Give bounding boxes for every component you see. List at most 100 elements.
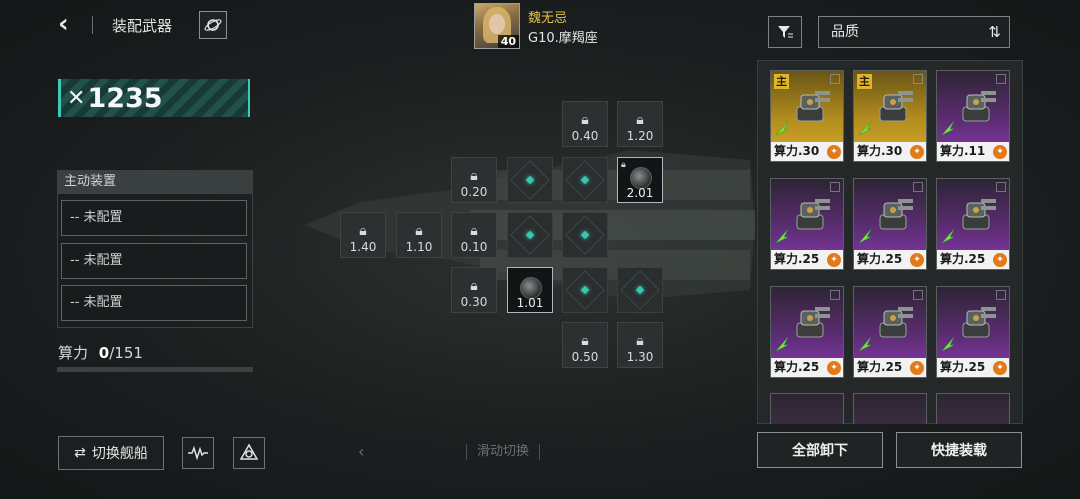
locked-slot[interactable]: 🔒︎ 1.30 <box>617 322 663 368</box>
gear-icon: ✦ <box>827 361 841 375</box>
switch-ship-button[interactable]: ⇄ 切换舰船 <box>58 436 164 470</box>
main-weapon-tag: 主 <box>774 74 789 89</box>
weapon-card[interactable]: 算力.25 ✦ <box>770 178 844 270</box>
swipe-left-icon[interactable]: ‹ <box>358 442 364 461</box>
compute-bar <box>57 367 253 372</box>
empty-slot[interactable] <box>617 267 663 313</box>
captain-name: 魏无忌 <box>528 11 568 26</box>
back-button[interactable]: ‹ <box>58 9 82 39</box>
laser-icon <box>858 336 872 352</box>
active-slot-3[interactable]: -- 未配置 <box>61 285 247 321</box>
waveform-icon <box>188 446 208 460</box>
compute-capacity: 算力 0/151 <box>58 342 143 363</box>
quick-equip-label: 快捷装载 <box>931 443 987 459</box>
lock-icon: 🔒︎ <box>636 112 644 128</box>
weapon-card[interactable]: 算力.25 ✦ <box>936 286 1010 378</box>
weapon-card[interactable]: 算力.11 ✦ <box>936 70 1010 162</box>
corner-mark <box>830 74 840 84</box>
turret-icon <box>879 307 913 338</box>
laser-icon <box>775 228 789 244</box>
divider <box>92 16 93 34</box>
planet-button[interactable] <box>199 11 227 39</box>
filter-button[interactable] <box>768 16 802 48</box>
equipped-slot[interactable]: 1.01 <box>507 267 553 313</box>
unload-all-label: 全部卸下 <box>792 443 848 459</box>
corner-mark <box>913 74 923 84</box>
crossed-swords-icon: ✕ <box>67 85 86 111</box>
compute-total: /151 <box>109 344 143 362</box>
gear-icon: ✦ <box>827 253 841 267</box>
weapon-card[interactable]: 算力.25 ✦ <box>853 286 927 378</box>
captain-level: 40 <box>497 35 519 48</box>
weapon-card[interactable]: 主算力.30 ✦ <box>853 70 927 162</box>
laser-icon <box>775 336 789 352</box>
chevron-left-icon: ‹ <box>58 9 69 39</box>
empty-slot[interactable] <box>562 157 608 203</box>
corner-mark <box>913 290 923 300</box>
main-weapon-tag: 主 <box>857 74 872 89</box>
locked-slot[interactable]: 🔒︎ 1.10 <box>396 212 442 258</box>
locked-slot[interactable]: 🔒︎ 1.20 <box>617 101 663 147</box>
empty-slot[interactable] <box>507 157 553 203</box>
lock-icon: 🔒︎ <box>581 112 589 128</box>
weapon-card[interactable]: 算力.25 ✦ <box>936 178 1010 270</box>
corner-mark <box>830 182 840 192</box>
gear-icon: ✦ <box>910 145 924 159</box>
shield-icon <box>858 120 872 136</box>
corner-mark <box>996 182 1006 192</box>
lock-icon: 🔒︎ <box>415 223 423 239</box>
card-row-partial <box>757 393 1023 424</box>
weapon-card[interactable]: 算力.25 ✦ <box>853 178 927 270</box>
lock-icon: 🔒︎ <box>470 278 478 294</box>
planet-icon <box>204 19 222 31</box>
lock-icon: 🔒︎ <box>636 333 644 349</box>
active-slot-1[interactable]: -- 未配置 <box>61 200 247 236</box>
gear-icon: ✦ <box>910 253 924 267</box>
switch-ship-label: 切换舰船 <box>91 446 148 462</box>
weapon-card[interactable]: 算力.25 ✦ <box>770 286 844 378</box>
lock-icon: 🔒︎ <box>470 223 478 239</box>
gear-icon: ✦ <box>827 145 841 159</box>
waveform-button[interactable] <box>182 437 214 469</box>
turret-icon <box>879 199 913 230</box>
captain-avatar[interactable]: 40 <box>474 3 520 49</box>
turret-icon <box>796 307 830 338</box>
locked-slot[interactable]: 🔒︎ 0.40 <box>562 101 608 147</box>
turret-icon <box>796 91 830 122</box>
empty-slot[interactable] <box>562 212 608 258</box>
weapon-card[interactable]: 主算力.30 ✦ <box>770 70 844 162</box>
lock-icon: 🔒︎ <box>581 333 589 349</box>
gear-icon: ✦ <box>993 253 1007 267</box>
corner-mark <box>830 290 840 300</box>
laser-icon <box>858 228 872 244</box>
corner-mark <box>913 182 923 192</box>
turret-icon <box>962 307 996 338</box>
laser-icon <box>941 120 955 136</box>
locked-slot[interactable]: 🔒︎ 1.40 <box>340 212 386 258</box>
quick-equip-button[interactable]: 快捷装载 <box>896 432 1022 468</box>
page-title: 装配武器 <box>112 17 173 35</box>
locked-slot[interactable]: 🔒︎ 0.20 <box>451 157 497 203</box>
empty-slot[interactable] <box>562 267 608 313</box>
target-button[interactable] <box>233 437 265 469</box>
lock-icon: 🔒︎ <box>621 160 626 170</box>
gear-icon: ✦ <box>910 361 924 375</box>
compute-label: 算力 <box>58 344 89 362</box>
corner-mark <box>996 290 1006 300</box>
sort-dropdown[interactable]: 品质 ⇅ <box>818 16 1010 48</box>
compute-used: 0 <box>98 344 110 362</box>
locked-slot[interactable]: 🔒︎ 0.30 <box>451 267 497 313</box>
equipped-slot[interactable]: 🔒︎ 2.01 <box>617 157 663 203</box>
turret-icon <box>962 199 996 230</box>
empty-slot[interactable] <box>507 212 553 258</box>
ship-name: G10.摩羯座 <box>528 31 598 46</box>
target-icon <box>239 443 259 460</box>
locked-slot[interactable]: 🔒︎ 0.10 <box>451 212 497 258</box>
locked-slot[interactable]: 🔒︎ 0.50 <box>562 322 608 368</box>
active-slot-2[interactable]: -- 未配置 <box>61 243 247 279</box>
combat-power-value: 1235 <box>87 82 163 114</box>
swap-icon: ⇄ <box>74 445 86 461</box>
unload-all-button[interactable]: 全部卸下 <box>757 432 883 468</box>
laser-icon <box>941 228 955 244</box>
corner-mark <box>996 74 1006 84</box>
